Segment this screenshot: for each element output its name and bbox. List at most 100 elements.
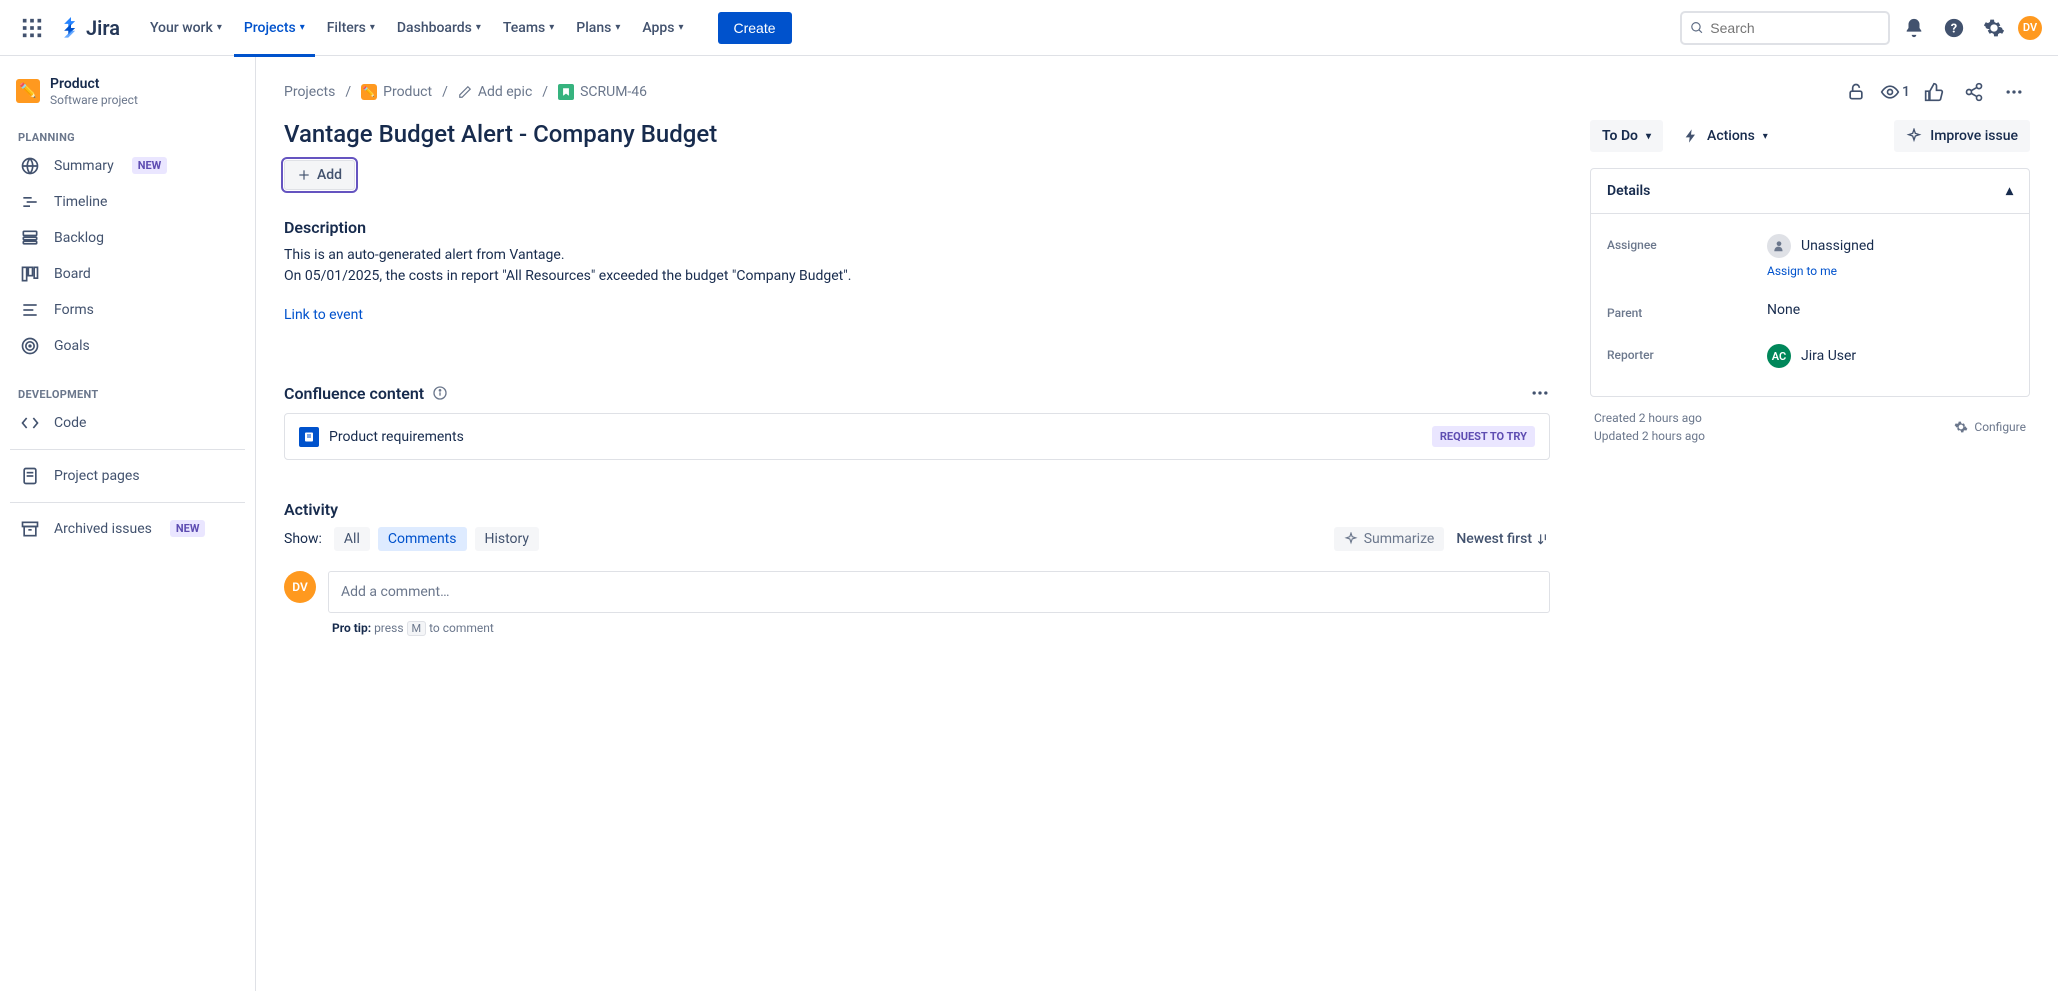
notifications-icon[interactable]: [1898, 12, 1930, 44]
create-button[interactable]: Create: [718, 12, 792, 44]
breadcrumb-project[interactable]: ✏️ Product: [361, 84, 432, 100]
goals-icon: [20, 336, 40, 356]
vote-icon[interactable]: [1918, 76, 1950, 108]
search-input[interactable]: [1710, 20, 1880, 36]
app-switcher-icon[interactable]: [16, 12, 48, 44]
content-row: Vantage Budget Alert - Company Budget Ad…: [284, 120, 2030, 635]
content-right: To Do ▾ Actions ▾ Improve issue: [1590, 120, 2030, 635]
issue-title[interactable]: Vantage Budget Alert - Company Budget: [284, 120, 1550, 148]
detail-reporter: Reporter AC Jira User: [1607, 332, 2013, 380]
updated-text: Updated 2 hours ago: [1594, 429, 1705, 443]
nav-dashboards[interactable]: Dashboards▾: [387, 12, 491, 44]
jira-logo-text: Jira: [86, 16, 120, 40]
search-box[interactable]: [1680, 11, 1890, 45]
bolt-icon: [1683, 128, 1699, 144]
sidebar-item-timeline[interactable]: Timeline: [10, 184, 245, 220]
breadcrumb-add-epic[interactable]: Add epic: [458, 84, 532, 100]
detail-assignee: Assignee Unassigned Assign to me: [1607, 222, 2013, 290]
confluence-more-icon[interactable]: [1530, 383, 1550, 403]
topbar-right: ? DV: [1680, 11, 2042, 45]
nav-plans[interactable]: Plans▾: [566, 12, 630, 44]
request-badge[interactable]: REQUEST TO TRY: [1432, 426, 1535, 447]
sidebar-section-planning: PLANNING: [10, 123, 245, 148]
chevron-up-icon: ▴: [2006, 183, 2013, 199]
nav-apps[interactable]: Apps▾: [632, 12, 693, 44]
project-header[interactable]: ✏️ Product Software project: [10, 76, 245, 123]
tab-all[interactable]: All: [334, 527, 370, 551]
activity-controls: Show: All Comments History Summarize New…: [284, 527, 1550, 551]
unlock-icon[interactable]: [1840, 76, 1872, 108]
nav-your-work[interactable]: Your work▾: [140, 12, 232, 44]
info-icon[interactable]: [432, 385, 448, 401]
project-name: Product: [50, 76, 138, 93]
assign-to-me-link[interactable]: Assign to me: [1767, 264, 2013, 278]
forms-icon: [20, 300, 40, 320]
sidebar-section-development: DEVELOPMENT: [10, 380, 245, 405]
confluence-title: Confluence content: [284, 384, 424, 403]
chevron-down-icon: ▾: [1646, 131, 1651, 142]
comment-row: DV Add a comment…: [284, 571, 1550, 613]
confluence-title-row: Confluence content: [284, 383, 1550, 403]
reporter-avatar: AC: [1767, 344, 1791, 368]
right-actions: To Do ▾ Actions ▾ Improve issue: [1590, 120, 2030, 152]
breadcrumb-issue-key[interactable]: SCRUM-46: [558, 84, 647, 100]
user-avatar[interactable]: DV: [2018, 16, 2042, 40]
tab-history[interactable]: History: [475, 527, 540, 551]
header-actions: 1: [1840, 76, 2030, 108]
sidebar-item-backlog[interactable]: Backlog: [10, 220, 245, 256]
gear-icon: [1954, 420, 1968, 434]
improve-button[interactable]: Improve issue: [1894, 120, 2030, 152]
sidebar-item-goals[interactable]: Goals: [10, 328, 245, 364]
assignee-value[interactable]: Unassigned: [1767, 234, 2013, 258]
globe-icon: [20, 156, 40, 176]
unassigned-avatar-icon: [1767, 234, 1791, 258]
search-icon: [1690, 20, 1704, 36]
protip: Pro tip: press M to comment: [332, 621, 1550, 635]
confluence-card[interactable]: Product requirements REQUEST TO TRY: [284, 413, 1550, 460]
help-icon[interactable]: ?: [1938, 12, 1970, 44]
sidebar-item-archived[interactable]: Archived issues NEW: [10, 511, 245, 547]
timeline-icon: [20, 192, 40, 212]
topbar-left: Jira Your work▾ Projects▾ Filters▾ Dashb…: [16, 12, 792, 44]
tab-comments[interactable]: Comments: [378, 527, 467, 551]
link-to-event[interactable]: Link to event: [284, 307, 363, 323]
project-type: Software project: [50, 93, 138, 107]
share-icon[interactable]: [1958, 76, 1990, 108]
description-text[interactable]: This is an auto-generated alert from Van…: [284, 245, 1550, 287]
comment-input[interactable]: Add a comment…: [328, 571, 1550, 613]
more-icon[interactable]: [1998, 76, 2030, 108]
details-panel: Details ▴ Assignee Unassigned Assign: [1590, 168, 2030, 397]
settings-icon[interactable]: [1978, 12, 2010, 44]
nav-filters[interactable]: Filters▾: [317, 12, 385, 44]
watch-button[interactable]: 1: [1880, 82, 1910, 102]
nav-teams[interactable]: Teams▾: [493, 12, 564, 44]
sidebar-item-project-pages[interactable]: Project pages: [10, 458, 245, 494]
chevron-down-icon: ▾: [1763, 131, 1768, 142]
plus-icon: [297, 168, 311, 182]
nav-projects[interactable]: Projects▾: [234, 12, 315, 44]
summarize-button[interactable]: Summarize: [1334, 527, 1445, 551]
sidebar-item-summary[interactable]: Summary NEW: [10, 148, 245, 184]
chevron-down-icon: ▾: [300, 22, 305, 33]
code-icon: [20, 413, 40, 433]
chevron-down-icon: ▾: [549, 22, 554, 33]
actions-button[interactable]: Actions ▾: [1671, 120, 1780, 152]
sidebar-item-board[interactable]: Board: [10, 256, 245, 292]
sort-icon: [1536, 532, 1550, 546]
created-text: Created 2 hours ago: [1594, 411, 1705, 425]
sidebar: ✏️ Product Software project PLANNING Sum…: [0, 56, 256, 991]
breadcrumb-projects[interactable]: Projects: [284, 84, 335, 100]
jira-logo[interactable]: Jira: [60, 16, 120, 40]
breadcrumb: Projects / ✏️ Product / Add epic / SCRUM…: [284, 76, 2030, 108]
sidebar-item-code[interactable]: Code: [10, 405, 245, 441]
parent-value[interactable]: None: [1767, 302, 2013, 318]
status-dropdown[interactable]: To Do ▾: [1590, 120, 1663, 152]
details-header[interactable]: Details ▴: [1591, 169, 2029, 214]
configure-link[interactable]: Configure: [1954, 411, 2026, 443]
add-button[interactable]: Add: [284, 160, 355, 190]
reporter-value[interactable]: AC Jira User: [1767, 344, 2013, 368]
sidebar-item-forms[interactable]: Forms: [10, 292, 245, 328]
new-badge: NEW: [132, 157, 168, 174]
sort-button[interactable]: Newest first: [1456, 531, 1550, 547]
sparkle-icon: [1906, 128, 1922, 144]
